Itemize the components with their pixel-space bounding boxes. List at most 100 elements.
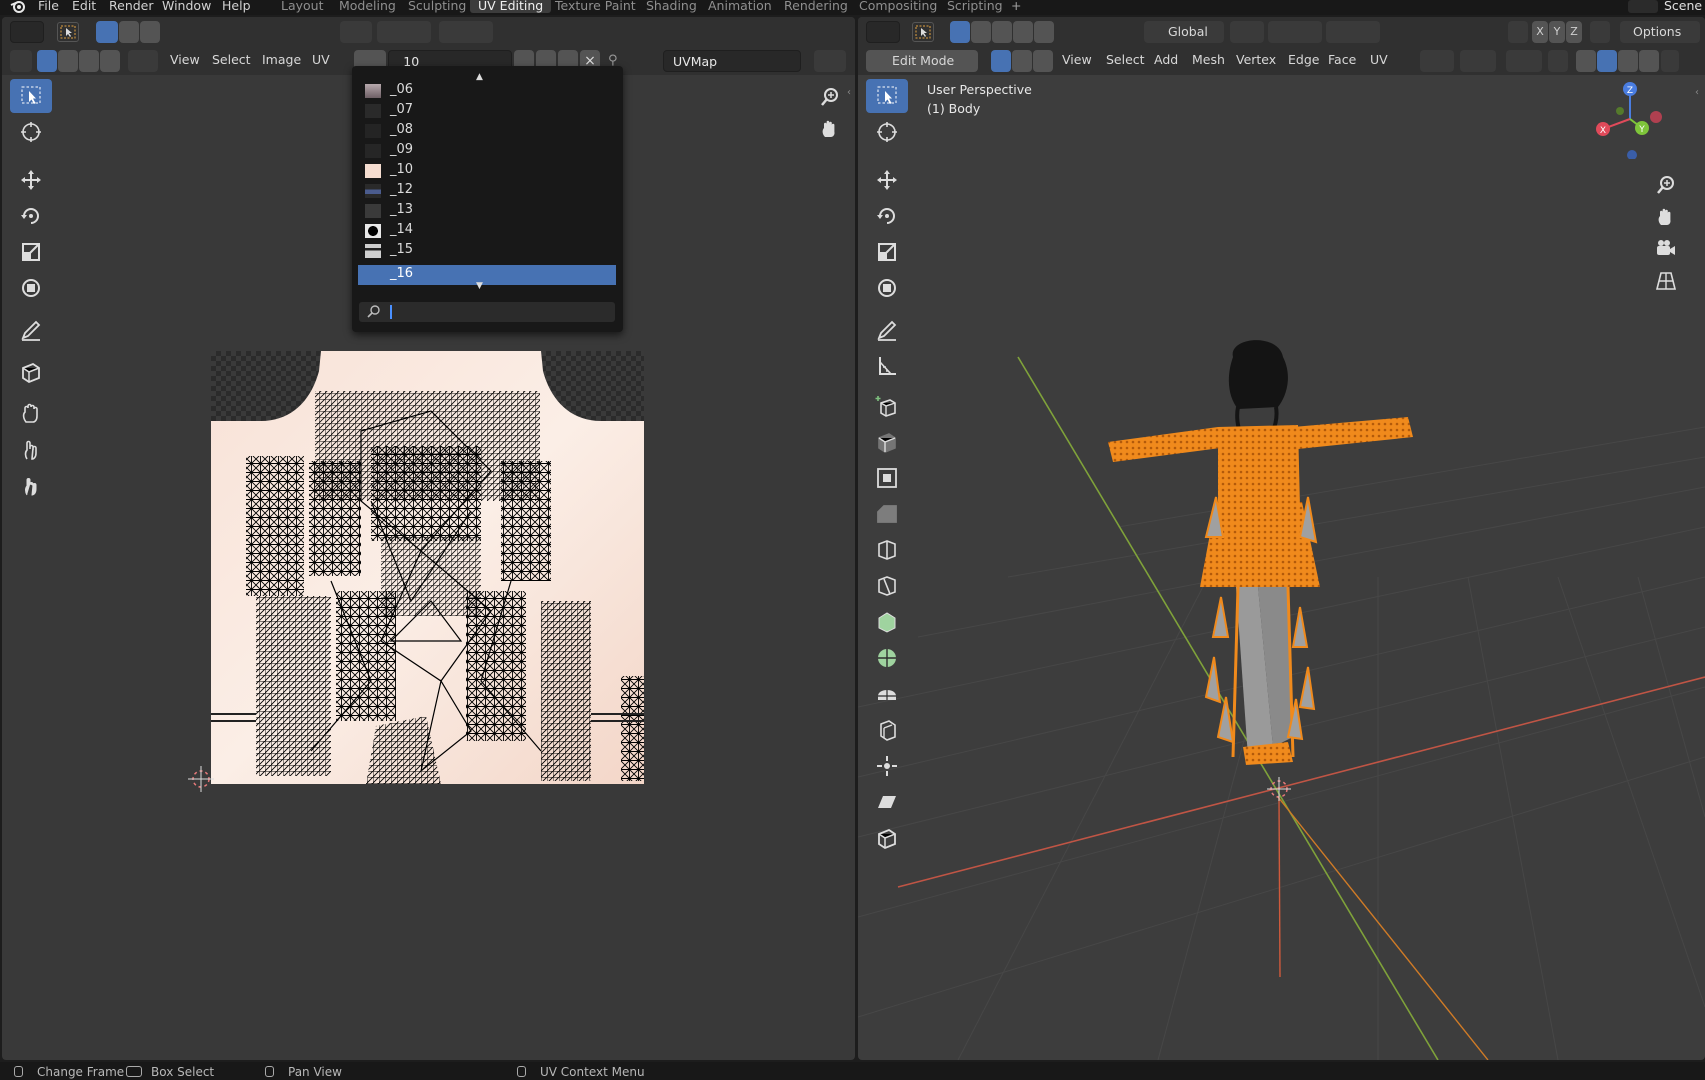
rip-region-tool[interactable] (10, 355, 52, 389)
snap-button[interactable] (1268, 21, 1322, 43)
vertex-select-mode[interactable] (991, 50, 1011, 72)
transform-tool[interactable] (10, 271, 52, 305)
poly-build-tool[interactable] (866, 605, 908, 639)
pan-hand-icon[interactable] (815, 114, 845, 144)
select-mode-subtract[interactable] (992, 21, 1012, 43)
list-item[interactable]: _15 (358, 241, 616, 261)
auto-merge-icon[interactable] (1590, 21, 1610, 43)
viewport-menu-select[interactable]: Select (1106, 52, 1145, 67)
uv-menu-select[interactable]: Select (212, 52, 251, 67)
smooth-tool[interactable] (866, 677, 908, 711)
tab-rendering[interactable]: Rendering (784, 0, 848, 13)
tab-compositing[interactable]: Compositing (859, 0, 937, 13)
uv-menu-uv[interactable]: UV (312, 52, 330, 67)
list-item[interactable]: _13 (358, 201, 616, 221)
tab-layout[interactable]: Layout (281, 0, 324, 13)
scene-selector-icon[interactable] (1628, 0, 1658, 13)
viewport-menu-uv[interactable]: UV (1370, 52, 1388, 67)
list-item[interactable]: _07 (358, 101, 616, 121)
uv-texture-image[interactable] (211, 351, 644, 784)
list-item[interactable]: _08 (358, 121, 616, 141)
shading-rendered[interactable] (1639, 50, 1659, 72)
cursor-tool[interactable] (866, 115, 908, 149)
menu-file[interactable]: File (38, 0, 59, 13)
add-cube-tool[interactable] (866, 389, 908, 423)
rotate-tool[interactable] (866, 199, 908, 233)
blender-logo-icon[interactable] (10, 0, 26, 13)
measure-tool[interactable] (866, 349, 908, 383)
rotate-tool[interactable] (10, 199, 52, 233)
add-workspace-button[interactable]: + (1011, 0, 1021, 13)
gizmo-toggle-icon[interactable] (1460, 50, 1496, 72)
sticky-selection-button[interactable] (128, 50, 158, 72)
scroll-down-arrow-icon[interactable]: ▼ (476, 281, 483, 291)
spin-tool[interactable] (866, 641, 908, 675)
viewport-menu-face[interactable]: Face (1328, 52, 1356, 67)
list-item[interactable]: _09 (358, 141, 616, 161)
3d-cursor-icon[interactable] (1267, 777, 1291, 801)
menu-render[interactable]: Render (109, 0, 154, 13)
viewport-menu-vertex[interactable]: Vertex (1236, 52, 1276, 67)
character-mesh[interactable] (1088, 337, 1438, 817)
select-tool-icon[interactable] (57, 22, 79, 42)
shrink-fatten-tool[interactable] (866, 749, 908, 783)
annotate-tool[interactable] (866, 313, 908, 347)
select-box-tool[interactable] (10, 79, 52, 113)
loop-cut-tool[interactable] (866, 533, 908, 567)
shading-solid[interactable] (1597, 50, 1617, 72)
editor-type-button[interactable] (866, 21, 900, 43)
perspective-toggle-icon[interactable] (1651, 266, 1681, 296)
zoom-icon[interactable] (1651, 170, 1681, 200)
uv-menu-view[interactable]: View (170, 52, 200, 67)
sync-selection-button[interactable] (10, 50, 32, 72)
sidebar-toggle-arrow[interactable]: ‹ (1695, 87, 1699, 98)
move-tool[interactable] (10, 163, 52, 197)
extrude-tool[interactable] (866, 425, 908, 459)
image-search-field[interactable] (359, 302, 615, 322)
select-tool-icon[interactable] (912, 22, 934, 42)
uv-edge-mode[interactable] (58, 50, 78, 72)
tab-sculpting[interactable]: Sculpting (408, 0, 466, 13)
uv-island-mode[interactable] (100, 50, 120, 72)
tab-modeling[interactable]: Modeling (339, 0, 396, 13)
select-mode-extend[interactable] (971, 21, 991, 43)
viewport-menu-view[interactable]: View (1062, 52, 1092, 67)
snap-button[interactable] (377, 21, 431, 43)
select-mode-invert[interactable] (1013, 21, 1033, 43)
shear-tool[interactable] (866, 785, 908, 819)
proportional-edit-button[interactable] (1326, 21, 1380, 43)
list-item[interactable]: _14 (358, 221, 616, 241)
list-item-selected[interactable]: _16 (358, 265, 616, 285)
xray-toggle-icon[interactable] (1548, 50, 1568, 72)
select-mode-extend[interactable] (119, 21, 139, 43)
menu-edit[interactable]: Edit (72, 0, 96, 13)
mirror-icon[interactable] (1508, 21, 1528, 43)
display-channels-button[interactable] (814, 50, 846, 72)
zoom-icon[interactable] (815, 82, 845, 112)
edge-slide-tool[interactable] (866, 713, 908, 747)
tab-shading[interactable]: Shading (646, 0, 697, 13)
shading-options[interactable] (1661, 50, 1679, 72)
axis-x-toggle[interactable]: X (1532, 21, 1548, 43)
select-mode-new[interactable] (950, 21, 970, 43)
select-mode-intersect[interactable] (1034, 21, 1054, 43)
transform-tool[interactable] (866, 271, 908, 305)
options-dropdown[interactable]: Options (1620, 21, 1700, 43)
menu-window[interactable]: Window (162, 0, 211, 13)
list-item[interactable]: _10 (358, 161, 616, 181)
viewport-menu-edge[interactable]: Edge (1288, 52, 1319, 67)
shading-wireframe[interactable] (1576, 50, 1596, 72)
cursor-tool[interactable] (10, 115, 52, 149)
viewport-menu-mesh[interactable]: Mesh (1192, 52, 1225, 67)
bevel-tool[interactable] (866, 497, 908, 531)
pinch-brush-tool[interactable] (10, 469, 52, 503)
select-mode-subtract[interactable] (140, 21, 160, 43)
tab-uv-editing[interactable]: UV Editing (470, 0, 552, 13)
uv-vertex-mode[interactable] (37, 50, 57, 72)
inset-faces-tool[interactable] (866, 461, 908, 495)
camera-view-icon[interactable] (1651, 234, 1681, 264)
axis-z-toggle[interactable]: Z (1566, 21, 1582, 43)
tab-scripting[interactable]: Scripting (947, 0, 1003, 13)
proportional-edit-button[interactable] (439, 21, 493, 43)
scale-tool[interactable] (866, 235, 908, 269)
